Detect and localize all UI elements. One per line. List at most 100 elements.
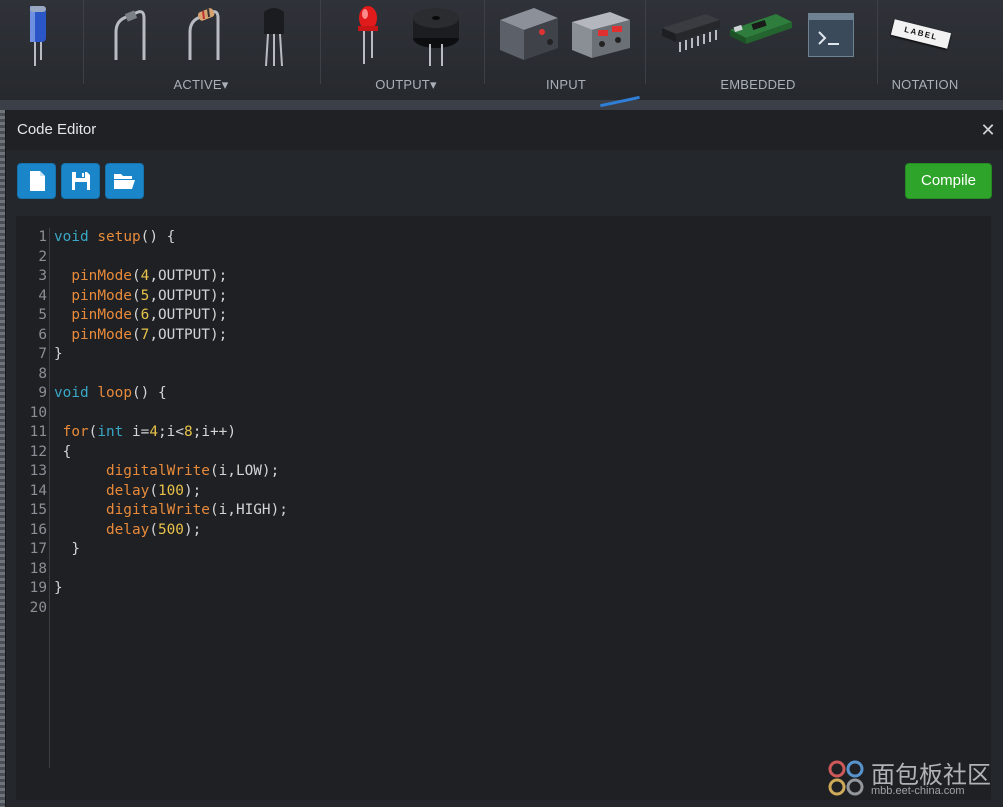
code-line[interactable]: 18: [16, 560, 976, 580]
line-number: 2: [38, 248, 47, 265]
code-token: ,OUTPUT);: [149, 326, 228, 343]
code-line[interactable]: 3 pinMode(4,OUTPUT);: [16, 267, 976, 287]
code-line[interactable]: 5 pinMode(6,OUTPUT);: [16, 306, 976, 326]
power-supply-icon[interactable]: [498, 6, 560, 62]
toolbar-category-output[interactable]: OUTPUT▾: [375, 77, 436, 93]
line-number: 9: [38, 385, 47, 401]
line-number: 6: [38, 326, 47, 343]
dialog-title-bar[interactable]: Code Editor ✕: [6, 110, 1003, 150]
code-line[interactable]: 16 delay(500);: [16, 521, 976, 541]
toolbar-category-input[interactable]: INPUT: [546, 77, 586, 92]
code-token: delay: [105, 482, 150, 499]
dialog-title: Code Editor: [17, 121, 97, 138]
code-token: ,OUTPUT);: [149, 307, 228, 323]
code-lines: 1 void setup() {2 3 pinMode(4,OUTPUT); 4 pi…: [16, 228, 976, 618]
code-token: ,OUTPUT);: [149, 287, 228, 304]
line-source: pinMode(4,OUTPUT);: [47, 267, 227, 287]
line-number: 13: [29, 463, 47, 479]
led-icon[interactable]: [354, 4, 382, 66]
line-source: }: [47, 579, 63, 599]
code-token: ;i++): [192, 424, 237, 440]
code-line[interactable]: 10: [16, 404, 976, 424]
code-line[interactable]: 14 delay(100);: [16, 482, 976, 502]
code-line[interactable]: 9 void loop() {: [16, 384, 976, 404]
line-source: pinMode(7,OUTPUT);: [47, 326, 227, 346]
code-line[interactable]: 7}: [16, 345, 976, 365]
code-line[interactable]: 19}: [16, 579, 976, 599]
transistor-icon[interactable]: [258, 4, 290, 68]
bench-supply-icon[interactable]: [568, 10, 632, 60]
code-token: loop: [97, 385, 132, 401]
code-token: void: [54, 385, 89, 401]
code-token: digitalWrite: [105, 502, 210, 518]
category-label: ACTIVE: [173, 77, 222, 92]
code-line[interactable]: 13 digitalWrite(i,LOW);: [16, 462, 976, 482]
line-source: pinMode(5,OUTPUT);: [47, 287, 227, 307]
code-token: 4: [149, 424, 159, 440]
new-file-button[interactable]: [17, 163, 56, 199]
terminal-icon[interactable]: [808, 13, 854, 57]
line-number: 20: [29, 599, 47, 616]
line-source: {: [47, 443, 72, 463]
line-number: 1: [38, 229, 47, 245]
chevron-down-icon: ▾: [429, 77, 437, 92]
code-line[interactable]: 17 }: [16, 540, 976, 560]
watermark-logo-icon: [828, 760, 864, 796]
close-icon[interactable]: ✕: [978, 120, 998, 140]
code-line[interactable]: 6 pinMode(7,OUTPUT);: [16, 326, 976, 346]
code-line[interactable]: 1 void setup() {: [16, 228, 976, 248]
toolbar-category-notation[interactable]: NOTATION: [892, 77, 959, 92]
capacitor-icon[interactable]: [24, 4, 52, 68]
line-number: 11: [29, 424, 47, 440]
watermark-url: mbb.eet-china.com: [871, 785, 965, 797]
code-token: digitalWrite: [105, 463, 210, 479]
buzzer-icon[interactable]: [410, 4, 462, 68]
toolbar-separator: [645, 0, 646, 84]
code-token: () {: [140, 229, 176, 245]
line-number: 12: [29, 443, 47, 460]
code-line[interactable]: 15 digitalWrite(i,HIGH);: [16, 501, 976, 521]
code-editor[interactable]: 1 void setup() {2 3 pinMode(4,OUTPUT); 4 pi…: [16, 216, 991, 800]
toolbar-separator: [484, 0, 485, 84]
label-tag-icon[interactable]: LABEL: [890, 19, 952, 49]
code-token: int: [97, 424, 124, 440]
resistor-icon[interactable]: [184, 8, 224, 64]
open-button[interactable]: [105, 163, 144, 199]
code-line[interactable]: 8: [16, 365, 976, 385]
canvas-background: [0, 100, 1003, 110]
compile-button[interactable]: Compile: [905, 163, 992, 199]
code-line[interactable]: 4 pinMode(5,OUTPUT);: [16, 287, 976, 307]
code-editor-dialog: Code Editor ✕ Compile 1 void setup() {2 3 …: [5, 110, 1003, 807]
diode-icon[interactable]: [110, 8, 150, 64]
code-line[interactable]: 2: [16, 248, 976, 268]
code-token: }: [54, 580, 63, 596]
line-source: for(int i=4;i<8;i++): [47, 423, 236, 443]
toolbar-category-embedded[interactable]: EMBEDDED: [720, 77, 795, 92]
toolbar-category-active[interactable]: ACTIVE▾: [174, 77, 229, 93]
code-token: 100: [157, 482, 184, 499]
code-token: delay: [105, 521, 150, 538]
line-number: 4: [38, 287, 47, 304]
code-line[interactable]: 12 {: [16, 443, 976, 463]
code-token: for: [62, 424, 89, 440]
line-source: void loop() {: [47, 384, 167, 404]
code-token: }: [54, 346, 63, 362]
microcontroller-board-icon[interactable]: [728, 10, 794, 54]
file-icon: [29, 171, 45, 191]
code-line[interactable]: 11 for(int i=4;i<8;i++): [16, 423, 976, 443]
code-token: 8: [184, 424, 193, 440]
category-label: EMBEDDED: [720, 77, 796, 92]
save-button[interactable]: [61, 163, 100, 199]
line-source: delay(100);: [47, 482, 201, 502]
code-token: ;i<: [158, 424, 185, 440]
code-token: (: [131, 268, 141, 284]
ic-chip-icon[interactable]: [660, 12, 722, 56]
code-line[interactable]: 20: [16, 599, 976, 619]
line-number: 15: [29, 502, 47, 518]
code-token: i=: [123, 424, 150, 440]
code-token: (: [131, 287, 141, 304]
